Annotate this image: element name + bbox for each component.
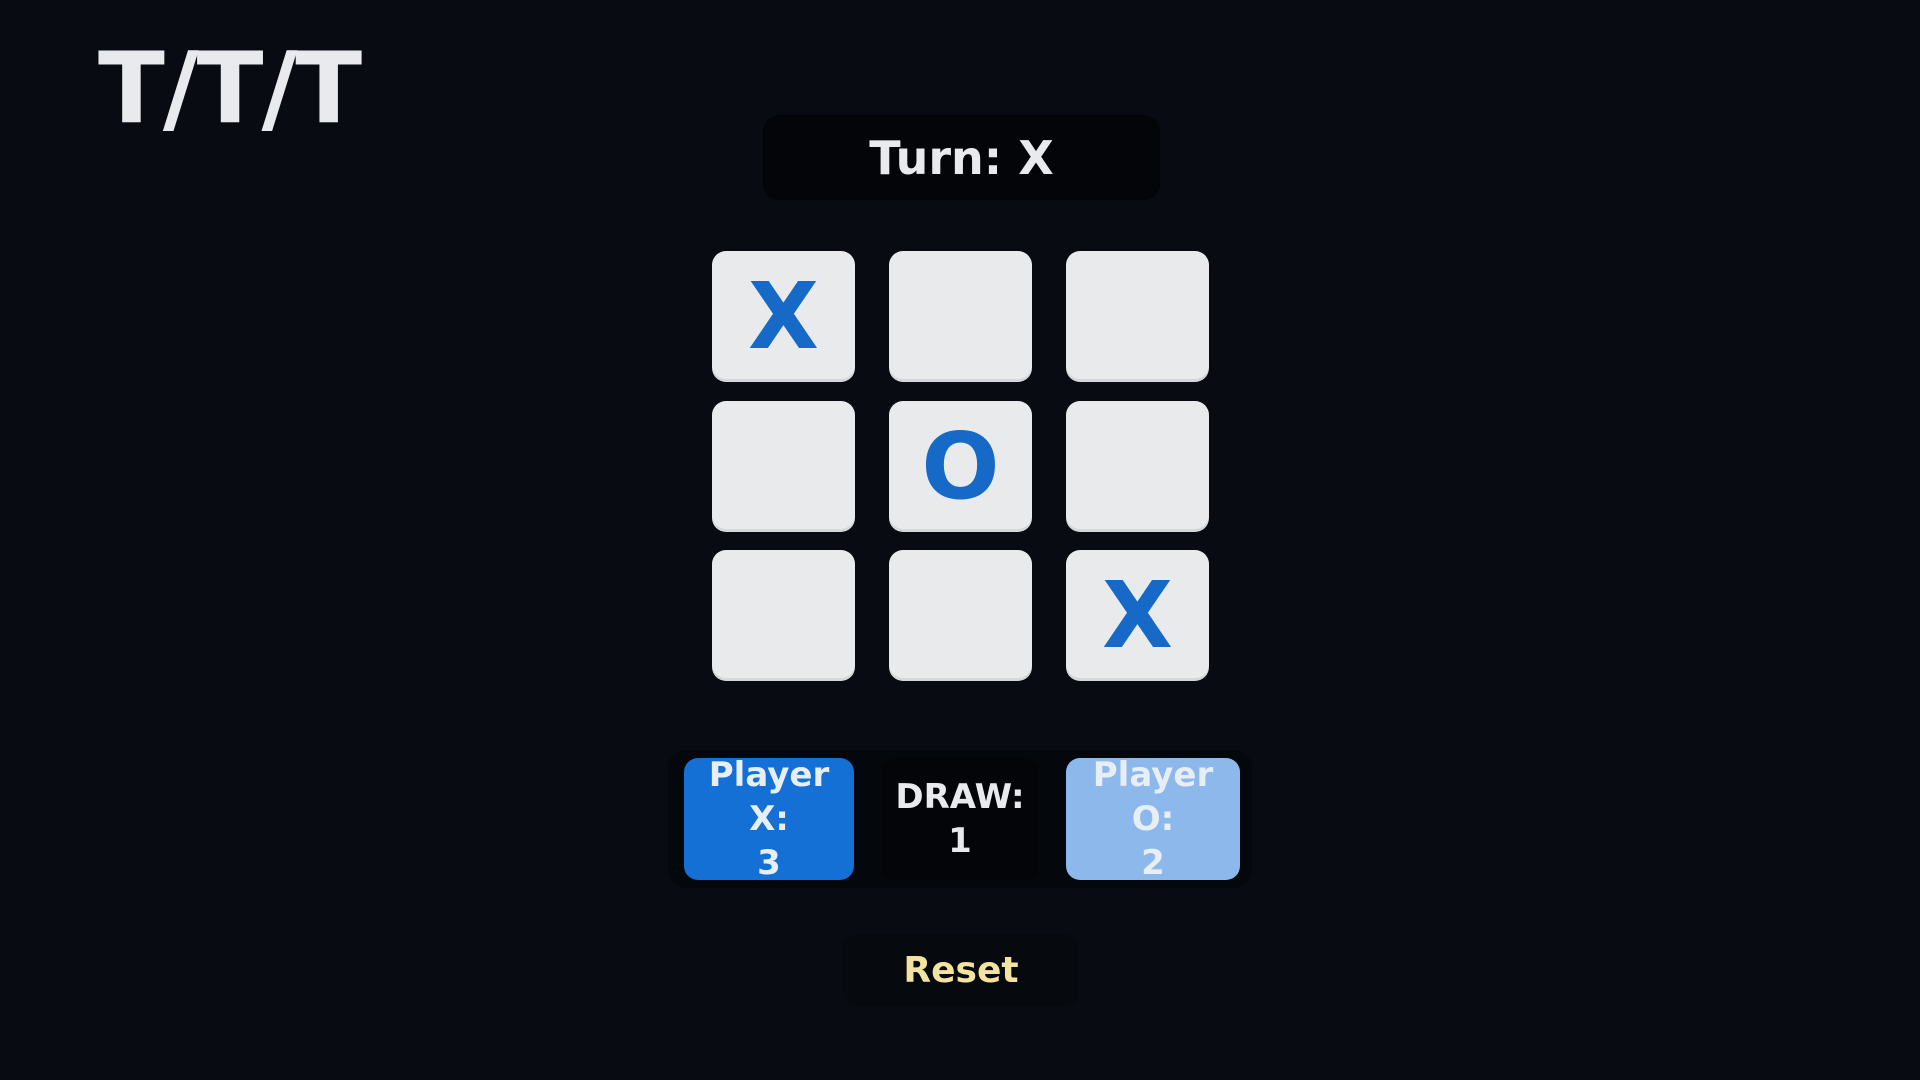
board-cell-5[interactable]: O (889, 401, 1032, 532)
game-board: X O X (712, 251, 1209, 682)
reset-button[interactable]: Reset (843, 934, 1079, 1006)
player-o-label: Player O: (1092, 754, 1214, 839)
draw-value: 1 (948, 821, 972, 861)
board-cell-1[interactable]: X (712, 251, 855, 382)
player-o-value: 2 (1141, 843, 1165, 884)
board-cell-3[interactable] (1066, 251, 1209, 382)
board-cell-7[interactable] (712, 550, 855, 681)
board-cell-4[interactable] (712, 401, 855, 532)
turn-indicator: Turn: X (763, 115, 1160, 200)
board-cell-6[interactable] (1066, 401, 1209, 532)
draw-score: DRAW: 1 (882, 758, 1038, 880)
draw-label: DRAW: (895, 776, 1025, 817)
app-logo: T/T/T (98, 32, 362, 146)
board-cell-9[interactable]: X (1066, 550, 1209, 681)
player-x-value: 3 (757, 843, 781, 884)
player-x-label: Player X: (708, 754, 830, 839)
player-x-score: Player X: 3 (684, 755, 854, 883)
scoreboard: Player X: 3 DRAW: 1 Player O: 2 (668, 750, 1252, 888)
player-o-score: Player O: 2 (1066, 755, 1240, 883)
board-cell-8[interactable] (889, 550, 1032, 681)
board-cell-2[interactable] (889, 251, 1032, 382)
